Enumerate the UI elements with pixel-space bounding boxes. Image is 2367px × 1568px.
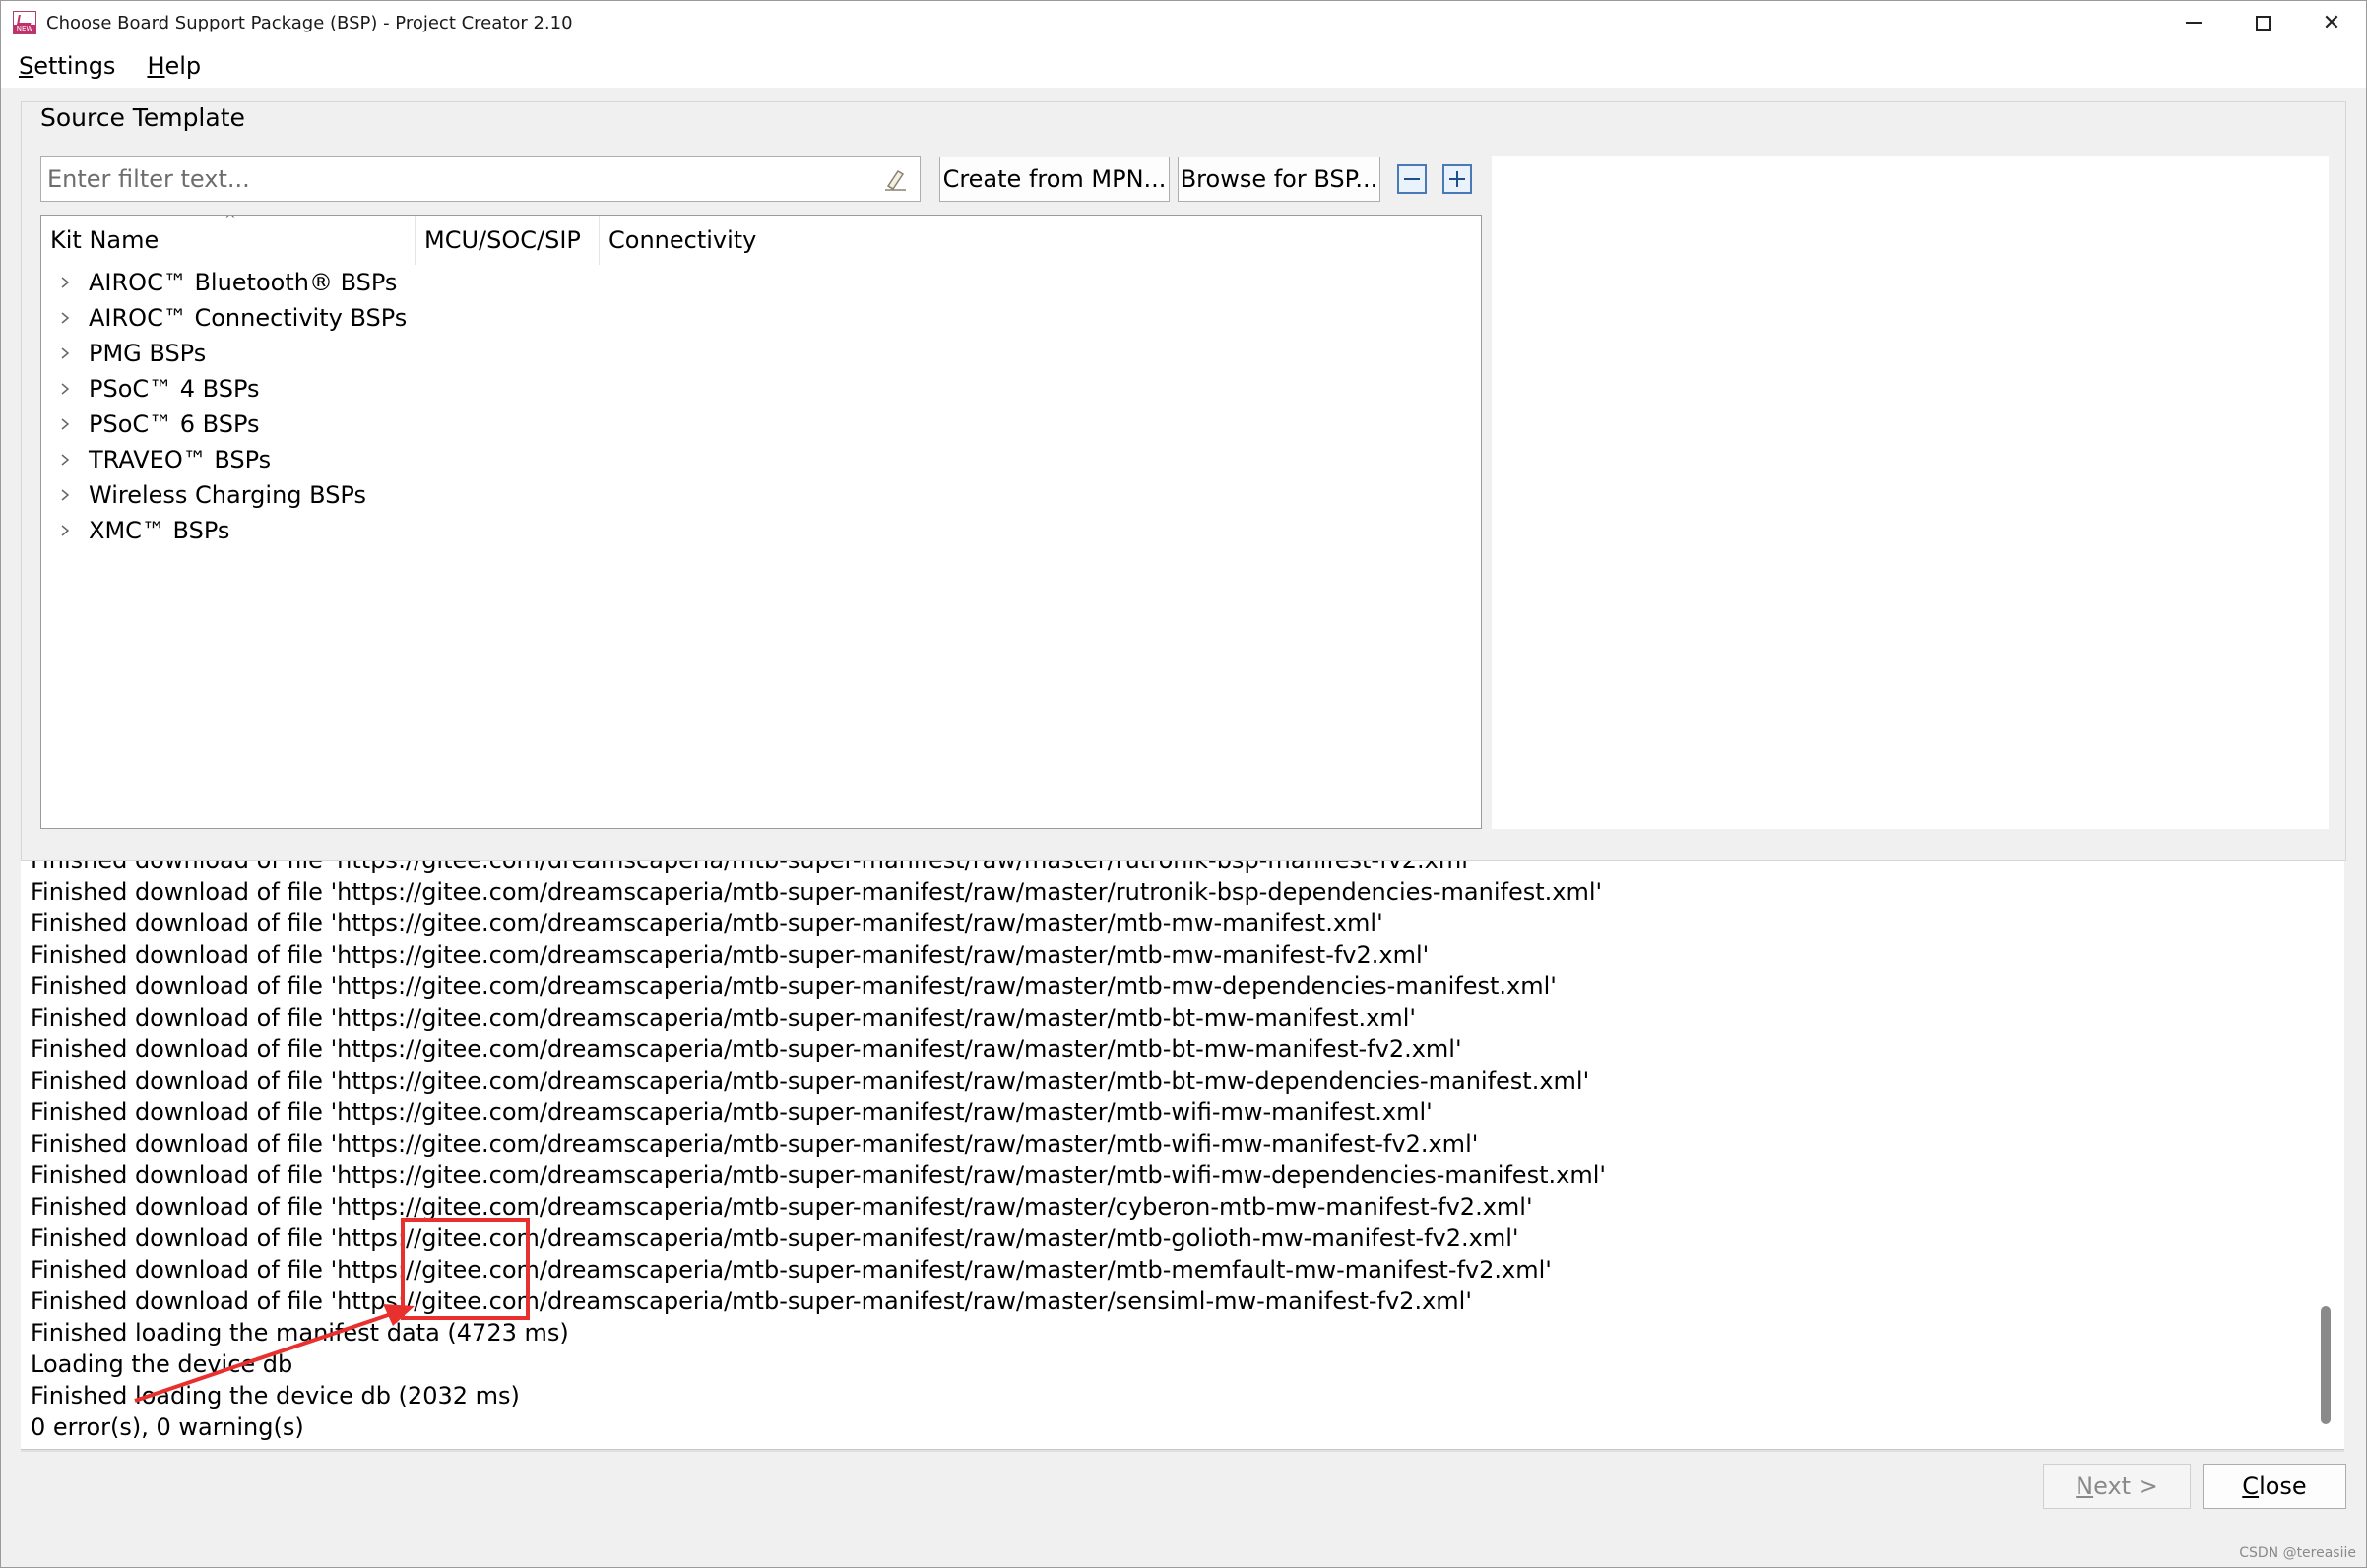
minimize-icon: [2186, 22, 2202, 24]
log-line: Finished loading the manifest data (4723…: [31, 1319, 569, 1347]
tree-item-psoc4[interactable]: PSoC™ 4 BSPs: [41, 371, 1481, 407]
menu-help[interactable]: Help: [147, 52, 201, 80]
log-line: Finished download of file 'https://gitee…: [31, 972, 1557, 1000]
log-scrollbar[interactable]: [2317, 861, 2333, 1449]
tree-item-airoc-connectivity[interactable]: AIROC™ Connectivity BSPs: [41, 300, 1481, 336]
log-line: Finished download of file 'https://gitee…: [31, 1130, 1479, 1158]
log-line: Finished download of file 'https://gitee…: [31, 1193, 1533, 1221]
expand-chevron-icon[interactable]: [41, 371, 89, 407]
tree-rows: AIROC™ Bluetooth® BSPs AIROC™ Connectivi…: [41, 265, 1481, 548]
log-line: Loading the device db: [31, 1350, 293, 1378]
expand-chevron-icon[interactable]: [41, 407, 89, 442]
next-button[interactable]: Next >: [2043, 1464, 2191, 1509]
filter-box: [40, 156, 921, 202]
collapse-all-icon[interactable]: [1397, 164, 1427, 194]
expand-all-icon[interactable]: [1442, 164, 1472, 194]
tree-header: ^ Kit Name MCU/SOC/SIP Connectivity: [41, 216, 1481, 265]
menu-bar: Settings Help: [1, 44, 2366, 88]
maximize-button[interactable]: [2228, 1, 2297, 44]
annotation-highlight-box: [401, 1218, 530, 1320]
tree-item-xmc[interactable]: XMC™ BSPs: [41, 513, 1481, 548]
log-line: Finished download of file 'https://gitee…: [31, 1161, 1606, 1189]
log-line: Finished download of file 'https://gitee…: [31, 1035, 1462, 1063]
bsp-detail-panel: [1492, 156, 2329, 829]
browse-for-bsp-button[interactable]: Browse for BSP...: [1178, 157, 1380, 202]
watermark: CSDN @tereasiie: [2239, 1545, 2356, 1561]
column-connectivity[interactable]: Connectivity: [600, 216, 895, 265]
window-controls: ✕: [2159, 1, 2366, 44]
project-creator-app-icon: [13, 11, 36, 34]
tree-item-airoc-bluetooth[interactable]: AIROC™ Bluetooth® BSPs: [41, 265, 1481, 300]
bsp-tree: ^ Kit Name MCU/SOC/SIP Connectivity AIRO…: [40, 215, 1482, 829]
log-line: Finished download of file 'https://gitee…: [31, 878, 1603, 906]
menu-settings[interactable]: Settings: [19, 52, 115, 80]
log-scroll-thumb[interactable]: [2321, 1306, 2331, 1424]
log-line: Finished download of file 'https://gitee…: [31, 1224, 1519, 1252]
log-divider: [21, 1450, 2344, 1452]
log-output[interactable]: Finished download of file 'https://gitee…: [21, 861, 2344, 1450]
expand-chevron-icon[interactable]: [41, 477, 89, 513]
minimize-button[interactable]: [2159, 1, 2228, 44]
source-template-label: Source Template: [38, 103, 247, 132]
expand-chevron-icon[interactable]: [41, 300, 89, 336]
close-button[interactable]: Close: [2203, 1464, 2346, 1509]
log-line: Finished download of file 'https://gitee…: [31, 861, 1606, 876]
tree-item-pmg[interactable]: PMG BSPs: [41, 336, 1481, 371]
log-lines: Finished download of file 'https://gitee…: [31, 861, 1606, 1443]
window-title: Choose Board Support Package (BSP) - Pro…: [46, 12, 573, 33]
log-line: Finished download of file 'https://gitee…: [31, 1098, 1433, 1126]
close-window-button[interactable]: ✕: [2297, 1, 2366, 44]
column-kit-name[interactable]: ^ Kit Name: [41, 216, 416, 265]
create-from-mpn-button[interactable]: Create from MPN...: [939, 157, 1170, 202]
log-line: Finished download of file 'https://gitee…: [31, 1004, 1416, 1032]
log-line: Finished download of file 'https://gitee…: [31, 941, 1430, 969]
log-line: Finished download of file 'https://gitee…: [31, 909, 1383, 937]
expand-chevron-icon[interactable]: [41, 265, 89, 300]
log-line: Finished download of file 'https://gitee…: [31, 1256, 1552, 1284]
maximize-icon: [2255, 15, 2271, 31]
tree-item-psoc6[interactable]: PSoC™ 6 BSPs: [41, 407, 1481, 442]
close-icon: ✕: [2322, 10, 2341, 35]
tree-item-traveo[interactable]: TRAVEO™ BSPs: [41, 442, 1481, 477]
expand-chevron-icon[interactable]: [41, 513, 89, 548]
log-line: Finished download of file 'https://gitee…: [31, 1287, 1472, 1315]
clear-filter-icon[interactable]: [882, 166, 908, 192]
project-creator-window: Choose Board Support Package (BSP) - Pro…: [0, 0, 2367, 1568]
filter-input[interactable]: [41, 157, 868, 201]
log-line: Finished download of file 'https://gitee…: [31, 1067, 1590, 1095]
sort-ascending-icon: ^: [224, 215, 236, 227]
expand-chevron-icon[interactable]: [41, 336, 89, 371]
title-bar: Choose Board Support Package (BSP) - Pro…: [1, 1, 2366, 44]
column-mcu-soc-sip[interactable]: MCU/SOC/SIP: [416, 216, 600, 265]
tree-item-wireless-charging[interactable]: Wireless Charging BSPs: [41, 477, 1481, 513]
expand-chevron-icon[interactable]: [41, 442, 89, 477]
log-line: Finished loading the device db (2032 ms): [31, 1382, 520, 1410]
log-line: 0 error(s), 0 warning(s): [31, 1413, 304, 1441]
